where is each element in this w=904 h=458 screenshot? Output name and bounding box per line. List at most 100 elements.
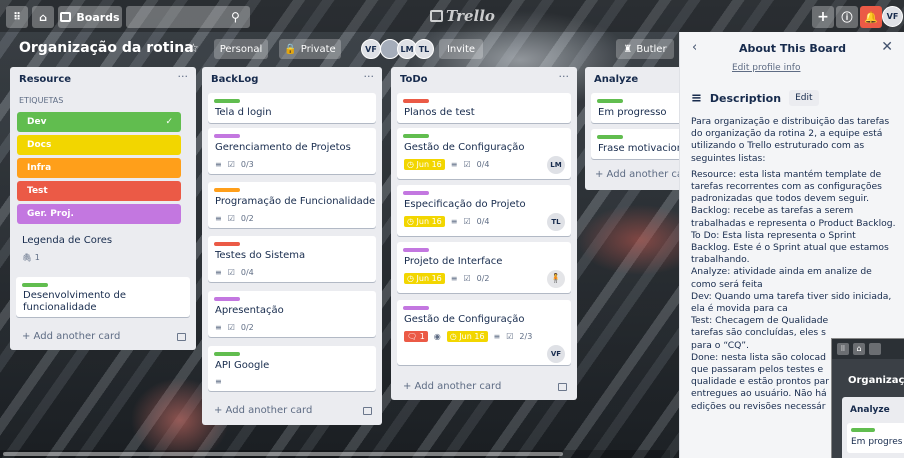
card-especificacao[interactable]: Especificação do Projeto ◷ Jun 16 ≡ ☑ 0/4 … xyxy=(397,185,571,236)
board-title[interactable]: Organização da rotina xyxy=(19,40,194,56)
info-icon: ⓘ xyxy=(841,11,853,24)
description-icon: ≡ xyxy=(450,217,458,226)
search-icon: ⚲ xyxy=(231,10,240,24)
label-ger-proj[interactable]: Ger. Proj. xyxy=(17,204,181,224)
list-title[interactable]: BackLog xyxy=(211,74,258,85)
card-api-google[interactable]: API Google ≡ xyxy=(208,346,376,391)
card-projeto-interface[interactable]: Projeto de Interface ◷ Jun 16 ≡ ☑ 0/2 🧍 xyxy=(397,242,571,293)
invite-button[interactable]: Invite xyxy=(439,39,483,59)
card-member-photo-avatar[interactable]: 🧍 xyxy=(547,270,565,288)
apps-grid-icon: ⠿ xyxy=(13,11,21,23)
user-avatar[interactable]: VF xyxy=(882,6,903,27)
description-icon: ≡ xyxy=(215,377,222,386)
check-icon: ✓ xyxy=(165,117,173,127)
card-gerenciamento[interactable]: Gerenciamento de Projetos ≡ ☑ 0/3 xyxy=(208,128,376,174)
card-gestao-config-1[interactable]: Gestão de Configuração ◷ Jun 16 ≡ ☑ 0/4 LM xyxy=(397,128,571,179)
card-member-avatar[interactable]: VF xyxy=(547,345,565,363)
member-avatar-tl[interactable]: TL xyxy=(414,39,434,59)
home-button[interactable]: ⌂ xyxy=(32,6,54,28)
clock-icon: ◷ xyxy=(407,217,414,226)
checklist-icon: ☑ xyxy=(463,274,471,283)
privacy-button[interactable]: 🔒 Private xyxy=(279,39,341,59)
list-analyze: Analyze Em progresso Frase motivacional … xyxy=(585,67,679,190)
trello-logo[interactable]: Trello xyxy=(430,7,495,25)
card-planos-test[interactable]: Planos de test xyxy=(397,93,571,123)
list-menu-icon[interactable]: ··· xyxy=(559,70,570,83)
comments-badge: 🗨 1 xyxy=(404,331,428,342)
close-icon[interactable]: ✕ xyxy=(881,39,893,55)
card-template-icon[interactable] xyxy=(177,333,186,341)
board-scrollbar-thumb[interactable] xyxy=(3,452,563,456)
panel-title: About This Board xyxy=(738,42,846,55)
description-icon: ≡ xyxy=(215,160,222,169)
search-input[interactable]: ⚲ xyxy=(126,6,250,28)
card-title: Especificação do Projeto xyxy=(404,199,526,210)
card-title: Programação de Funcionalidade xyxy=(215,196,376,207)
card-title: Em progresso xyxy=(598,107,667,118)
card-title: Tela d login xyxy=(215,107,272,118)
card-testes-sistema[interactable]: Testes do Sistema ≡ ☑ 0/4 xyxy=(208,236,376,282)
create-button[interactable]: + xyxy=(812,6,834,28)
label-dev[interactable]: Dev ✓ xyxy=(17,112,181,132)
clock-icon: ◷ xyxy=(449,332,457,341)
apps-button[interactable]: ⠿ xyxy=(6,6,28,28)
label-test[interactable]: Test xyxy=(17,181,181,201)
boards-button[interactable]: Boards xyxy=(58,6,122,28)
card-programacao[interactable]: Programação de Funcionalidade ≡ ☑ 0/2 xyxy=(208,182,376,228)
checklist-icon: ☑ xyxy=(227,160,235,169)
label-infra[interactable]: Infra xyxy=(17,158,181,178)
info-button[interactable]: ⓘ xyxy=(836,6,858,28)
section-label: ETIQUETAS xyxy=(19,96,64,105)
butler-button[interactable]: ♜ Butler xyxy=(616,39,674,59)
team-visibility-button[interactable]: Personal xyxy=(214,39,268,59)
bell-icon: 🔔 xyxy=(864,10,878,24)
list-menu-icon[interactable]: ··· xyxy=(178,70,189,83)
home-icon: ⌂ xyxy=(853,343,865,355)
label-docs[interactable]: Docs xyxy=(17,135,181,155)
edit-profile-link[interactable]: Edit profile info xyxy=(732,63,800,73)
add-card-button[interactable]: + Add another card xyxy=(595,169,679,180)
add-card-button[interactable]: + Add another card xyxy=(22,331,120,342)
due-date-badge[interactable]: ◷ Jun 16 xyxy=(404,216,445,227)
star-icon[interactable]: ☆ xyxy=(188,41,199,55)
description-icon: ≡ xyxy=(215,323,222,332)
plus-icon: + xyxy=(817,9,829,25)
description-heading: ≡ Description Edit xyxy=(691,90,819,106)
list-title[interactable]: Resource xyxy=(19,74,71,85)
add-card-button[interactable]: + Add another card xyxy=(214,405,312,416)
list-menu-icon[interactable]: ··· xyxy=(364,70,375,83)
edit-description-button[interactable]: Edit xyxy=(789,90,819,106)
card-frase-motivacional[interactable]: Frase motivacional xyxy=(591,129,679,159)
nested-board-thumbnail: ⠿ ⌂ Organizaç Analyze Em progres xyxy=(831,338,904,458)
card-template-icon[interactable] xyxy=(558,383,567,391)
card-tela-login[interactable]: Tela d login xyxy=(208,93,376,123)
inset-board-title: Organizaç xyxy=(848,375,904,386)
card-title: Gerenciamento de Projetos xyxy=(215,142,351,153)
card-member-avatar[interactable]: LM xyxy=(547,156,565,174)
card-title: Planos de test xyxy=(404,107,475,118)
card-apresentacao[interactable]: Apresentação ≡ ☑ 0/2 xyxy=(208,291,376,337)
lock-icon: 🔒 xyxy=(284,43,297,55)
notifications-button[interactable]: 🔔 xyxy=(860,6,882,28)
comment-icon: 🗨 xyxy=(407,332,418,341)
due-date-badge[interactable]: ◷ Jun 16 xyxy=(404,159,445,170)
card-desenvolvimento[interactable]: Desenvolvimento de funcionalidade xyxy=(16,277,190,317)
inset-card-title: Em progres xyxy=(851,437,903,447)
card-em-progresso[interactable]: Em progresso xyxy=(591,93,679,123)
list-title[interactable]: Analyze xyxy=(594,74,638,85)
inset-list-title: Analyze xyxy=(850,405,890,415)
butler-icon: ♜ xyxy=(623,43,633,55)
description-icon: ≡ xyxy=(450,274,458,283)
member-avatar-vf[interactable]: VF xyxy=(361,39,381,59)
card-member-avatar[interactable]: TL xyxy=(547,213,565,231)
card-gestao-config-2[interactable]: Gestão de Configuração 🗨 1 ◉ ◷ Jun 16 ≡ ☑… xyxy=(397,300,571,365)
card-template-icon[interactable] xyxy=(363,407,372,415)
card-title: Gestão de Configuração xyxy=(404,314,525,325)
description-icon: ≡ xyxy=(450,160,458,169)
add-card-button[interactable]: + Add another card xyxy=(403,381,501,392)
due-date-badge[interactable]: ◷ Jun 16 xyxy=(446,331,488,342)
legend-title[interactable]: Legenda de Cores xyxy=(22,235,112,246)
list-title[interactable]: ToDo xyxy=(400,74,428,85)
card-title: Testes do Sistema xyxy=(215,250,306,261)
due-date-badge[interactable]: ◷ Jun 16 xyxy=(404,273,445,284)
